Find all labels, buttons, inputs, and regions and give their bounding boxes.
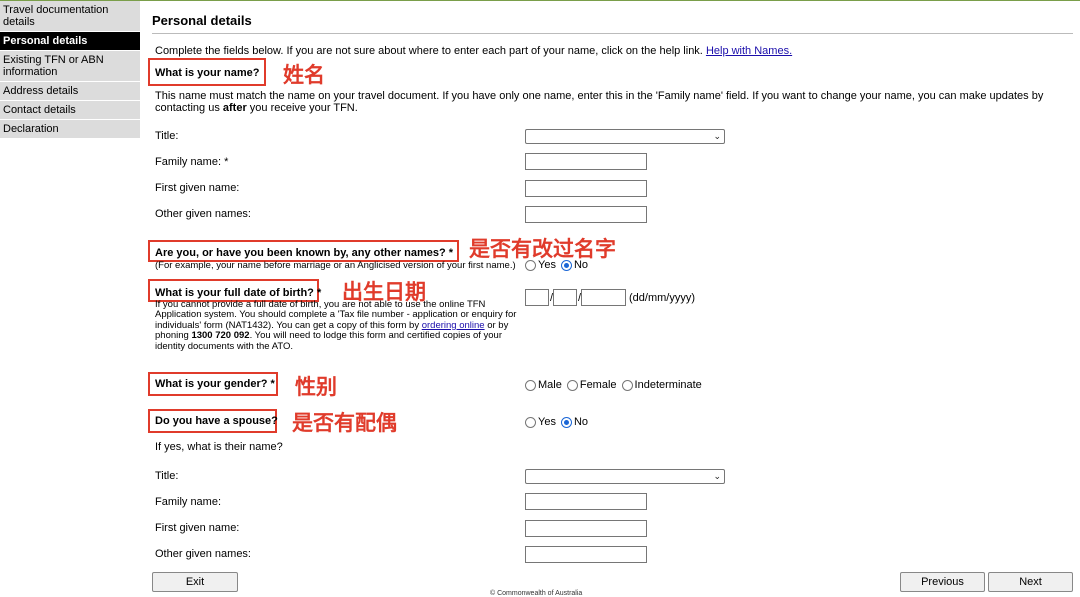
other-given-names-input[interactable]	[525, 206, 647, 223]
spouse-yes-radio[interactable]	[525, 416, 536, 428]
top-border	[0, 0, 1080, 1]
spouse-title-select[interactable]: ⌄	[525, 469, 725, 484]
family-name-input[interactable]	[525, 153, 647, 170]
gender-radio-group: Male Female Indeterminate	[525, 379, 707, 391]
chevron-down-icon: ⌄	[713, 471, 721, 481]
dob-day-input[interactable]	[525, 289, 549, 306]
sidebar-item-contact-details[interactable]: Contact details	[0, 101, 140, 120]
spouse-family-name-input[interactable]	[525, 493, 647, 510]
spouse-annotation: 是否有配偶	[292, 411, 397, 435]
page-title: Personal details	[152, 13, 252, 28]
spouse-title-label: Title:	[155, 470, 179, 482]
gender-annotation: 性别	[295, 375, 337, 399]
spouse-no-radio[interactable]	[560, 416, 572, 428]
family-name-label: Family name: *	[155, 156, 229, 168]
gender-question: What is your gender? *	[155, 378, 275, 390]
sidebar-item-declaration[interactable]: Declaration	[0, 120, 140, 139]
dob-hint: If you cannot provide a full date of bir…	[155, 299, 517, 352]
spouse-radio-group: Yes No	[525, 416, 593, 428]
spouse-other-names-input[interactable]	[525, 546, 647, 563]
first-given-name-label: First given name:	[155, 182, 240, 194]
gender-female-radio[interactable]	[566, 379, 578, 391]
title-divider	[152, 33, 1073, 34]
help-with-names-link[interactable]: Help with Names.	[706, 45, 792, 57]
other-names-yes-label: Yes	[538, 259, 556, 271]
sidebar-item-travel-documentation[interactable]: Travel documentation details	[0, 1, 140, 32]
other-names-no-radio[interactable]	[560, 259, 572, 271]
name-annotation: 姓名	[283, 63, 325, 87]
dob-format-hint: (dd/mm/yyyy)	[629, 292, 695, 304]
dob-question: What is your full date of birth? *	[155, 287, 322, 299]
spouse-no-label: No	[573, 416, 589, 428]
copyright-footer: © Commonwealth of Australia	[490, 590, 583, 597]
sidebar-item-address-details[interactable]: Address details	[0, 82, 140, 101]
other-names-question: Are you, or have you been known by, any …	[155, 247, 454, 259]
other-names-hint: (For example, your name before marriage …	[155, 260, 516, 271]
title-select[interactable]: ⌄	[525, 129, 725, 144]
spouse-question: Do you have a spouse?	[155, 415, 278, 427]
dob-month-input[interactable]	[553, 289, 577, 306]
ordering-online-link[interactable]: ordering online	[422, 320, 485, 331]
name-note: This name must match the name on your tr…	[155, 90, 1044, 114]
gender-indeterminate-radio[interactable]	[621, 379, 633, 391]
spouse-family-name-label: Family name:	[155, 496, 222, 508]
gender-male-label: Male	[538, 379, 562, 391]
other-given-names-label: Other given names:	[155, 208, 251, 220]
sidebar-item-existing-tfn[interactable]: Existing TFN or ABN information	[0, 51, 140, 82]
gender-female-label: Female	[579, 379, 617, 391]
spouse-followup: If yes, what is their name?	[155, 441, 283, 453]
spouse-first-name-label: First given name:	[155, 522, 240, 534]
next-button[interactable]: Next	[988, 572, 1073, 592]
sidebar-nav: Travel documentation details Personal de…	[0, 1, 140, 139]
gender-indeterminate-label: Indeterminate	[634, 379, 702, 391]
other-names-no-label: No	[573, 259, 589, 271]
chevron-down-icon: ⌄	[713, 131, 721, 141]
other-names-yes-radio[interactable]	[525, 259, 536, 271]
other-names-radio-group: Yes No	[525, 259, 593, 271]
first-given-name-input[interactable]	[525, 180, 647, 197]
spouse-first-name-input[interactable]	[525, 520, 647, 537]
gender-male-radio[interactable]	[525, 379, 536, 391]
previous-button[interactable]: Previous	[900, 572, 985, 592]
name-question: What is your name?	[155, 67, 260, 79]
exit-button[interactable]: Exit	[152, 572, 238, 592]
intro-text: Complete the fields below. If you are no…	[155, 45, 792, 57]
sidebar-item-personal-details[interactable]: Personal details	[0, 32, 140, 51]
spouse-other-names-label: Other given names:	[155, 548, 251, 560]
intro-instructions: Complete the fields below. If you are no…	[155, 45, 703, 57]
dob-year-input[interactable]	[581, 289, 626, 306]
spouse-yes-label: Yes	[538, 416, 556, 428]
title-label: Title:	[155, 130, 179, 142]
